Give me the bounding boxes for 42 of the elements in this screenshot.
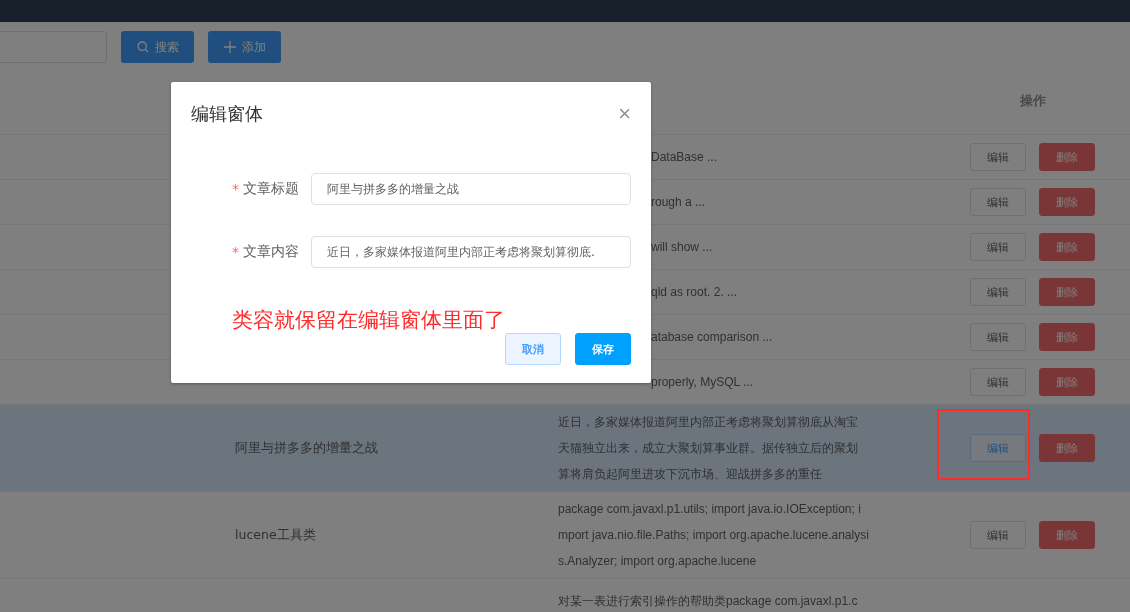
edit-button[interactable]: 编辑 bbox=[970, 143, 1026, 171]
delete-button[interactable]: 删除 bbox=[1039, 233, 1095, 261]
table-cell-text: atabase comparison ... bbox=[651, 329, 773, 346]
dialog-title: 编辑窗体 bbox=[191, 102, 263, 126]
edit-button[interactable]: 编辑 bbox=[970, 323, 1026, 351]
field-label: 文章内容 bbox=[243, 243, 299, 261]
table-cell-text: 对某一表进行索引操作的帮助类package com.javaxl.p1.c bbox=[557, 593, 859, 610]
table-cell-text: rough a ... bbox=[651, 194, 706, 211]
close-button[interactable]: × bbox=[618, 103, 631, 125]
field-label: 文章标题 bbox=[243, 180, 299, 198]
delete-button[interactable]: 删除 bbox=[1039, 278, 1095, 306]
delete-button[interactable]: 删除 bbox=[1039, 188, 1095, 216]
edit-button[interactable]: 编辑 bbox=[970, 278, 1026, 306]
required-mark: * bbox=[232, 244, 239, 260]
edit-button[interactable]: 编辑 bbox=[970, 368, 1026, 396]
edit-button[interactable]: 编辑 bbox=[970, 521, 1026, 549]
edit-button[interactable]: 编辑 bbox=[970, 188, 1026, 216]
add-button[interactable]: 添加 bbox=[208, 31, 281, 63]
edit-button[interactable]: 编辑 bbox=[970, 233, 1026, 261]
delete-button[interactable]: 删除 bbox=[1039, 323, 1095, 351]
plus-icon bbox=[223, 41, 236, 53]
edit-button[interactable]: 编辑 bbox=[970, 434, 1026, 462]
delete-button[interactable]: 删除 bbox=[1039, 521, 1095, 549]
required-mark: * bbox=[232, 181, 239, 197]
search-button[interactable]: 搜索 bbox=[121, 31, 194, 63]
table-cell-text: lucene工具类 bbox=[234, 526, 317, 544]
delete-button[interactable]: 删除 bbox=[1039, 368, 1095, 396]
table-cell-text: 近日，多家媒体报道阿里内部正考虑将聚划算彻底从淘宝天猫独立出来，成立大聚划算事业群。据传独立后的聚划算将肩负起阿里进攻下沉市场、迎战拼多多的重任 bbox=[557, 414, 859, 483]
table-cell-text: 阿里与拼多多的增量之战 bbox=[234, 439, 379, 457]
table-cell-text: will show ... bbox=[651, 239, 713, 256]
delete-button[interactable]: 删除 bbox=[1039, 143, 1095, 171]
annotation-text: 类容就保留在编辑窗体里面了 bbox=[232, 307, 505, 334]
input-field[interactable]: 近日，多家媒体报道阿里内部正考虑将聚划算彻底. bbox=[311, 236, 631, 268]
save-button[interactable]: 保存 bbox=[575, 333, 631, 365]
table-cell-text: DataBase ... bbox=[651, 149, 718, 166]
delete-button[interactable]: 删除 bbox=[1039, 434, 1095, 462]
table-cell-text: package com.javaxl.p1.utils; import java.io.IOException; import java.nio.file.Paths; import org.apache.lucene.analysis.Analyzer; import org.apache.lucene bbox=[557, 501, 870, 570]
search-icon bbox=[136, 41, 149, 53]
table-cell-text: properly, MySQL ... bbox=[651, 374, 754, 391]
cancel-button[interactable]: 取消 bbox=[505, 333, 561, 365]
input-field[interactable]: 阿里与拼多多的增量之战 bbox=[311, 173, 631, 205]
table-cell-text: qld as root. 2. ... bbox=[651, 284, 738, 301]
